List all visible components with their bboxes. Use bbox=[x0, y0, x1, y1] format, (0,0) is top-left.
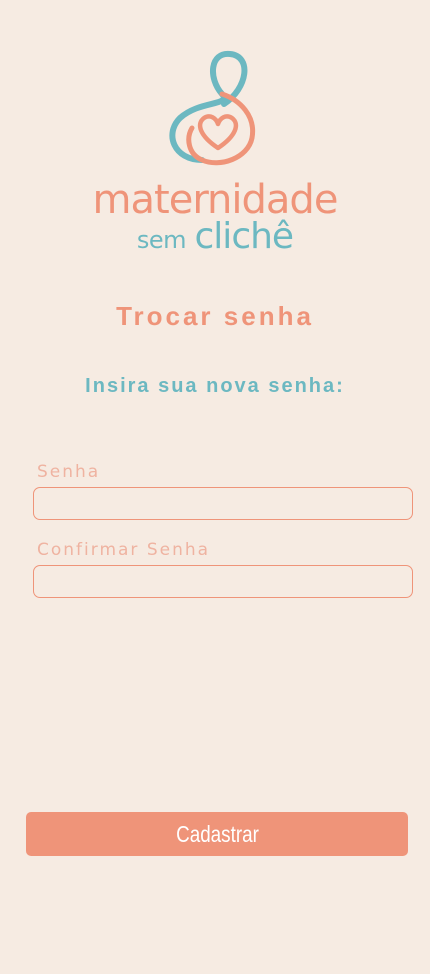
logo-mark-icon bbox=[169, 50, 256, 166]
submit-button-label: Cadastrar bbox=[175, 821, 259, 847]
page-title: Trocar senha bbox=[116, 301, 314, 331]
confirm-password-label: Confirmar Senha bbox=[37, 540, 211, 560]
submit-button[interactable]: Cadastrar bbox=[26, 812, 408, 856]
password-label: Senha bbox=[37, 462, 101, 482]
logo-text-sem: sem bbox=[136, 226, 187, 254]
logo-text-sem-cliche: sem clichê bbox=[0, 218, 430, 263]
page-subtitle: Insira sua nova senha: bbox=[85, 375, 345, 397]
password-input[interactable] bbox=[33, 487, 413, 520]
logo-text-cliche: clichê bbox=[194, 216, 295, 257]
brand-logo: maternidade sem clichê bbox=[0, 48, 430, 258]
confirm-password-input[interactable] bbox=[33, 565, 413, 598]
